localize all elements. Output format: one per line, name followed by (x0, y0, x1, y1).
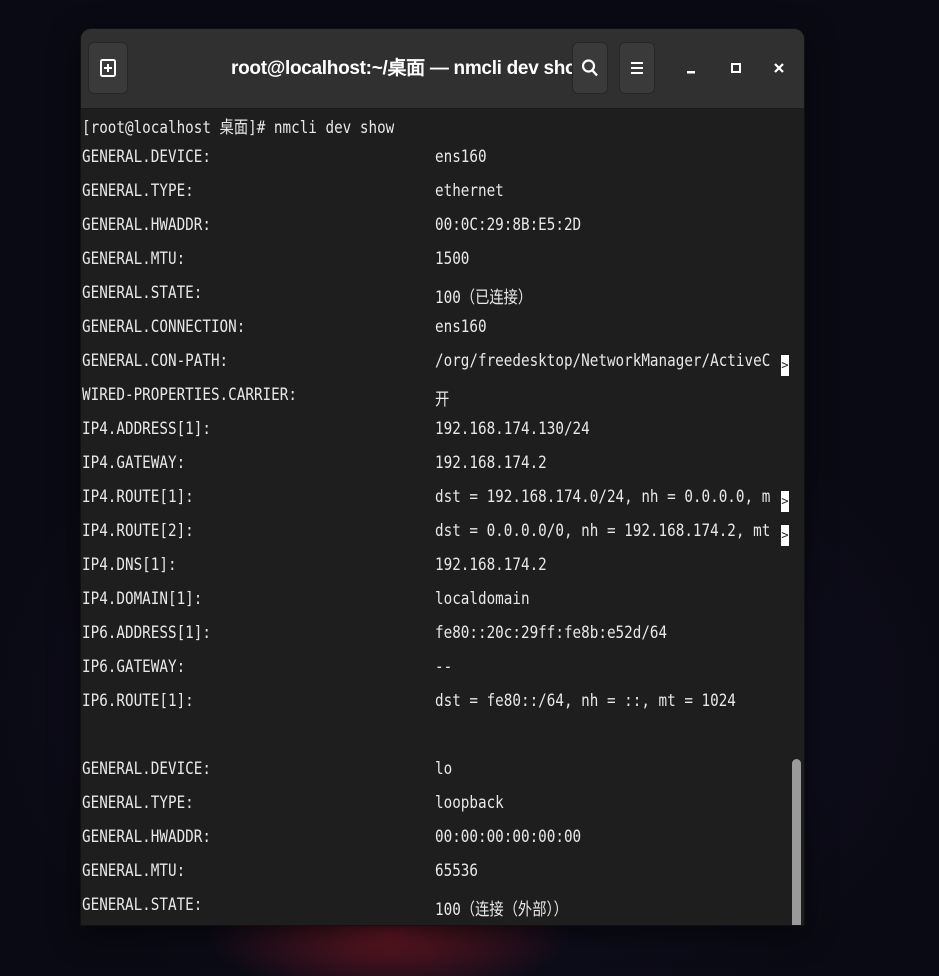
property-value: 开 (435, 390, 450, 410)
property-key: IP4.GATEWAY: (82, 453, 186, 473)
property-value: lo (435, 759, 453, 779)
property-key: GENERAL.STATE: (82, 283, 203, 303)
property-value: dst = 192.168.174.0/24, nh = 0.0.0.0, m (435, 487, 771, 507)
terminal-output[interactable]: [root@localhost 桌面]# nmcli dev show GENE… (81, 109, 804, 925)
property-value: /org/freedesktop/NetworkManager/ActiveC (435, 351, 771, 371)
output-row: IP4.ROUTE[1]: dst = 192.168.174.0/24, nh … (82, 487, 789, 521)
property-key: IP6.ROUTE[1]: (82, 691, 194, 711)
output-row: IP4.ROUTE[2]: dst = 0.0.0.0/0, nh = 192.1… (82, 521, 789, 555)
property-value: 1500 (435, 249, 470, 269)
output-row: GENERAL.DEVICE: lo (82, 759, 782, 793)
output-row: GENERAL.CONNECTION: ens160 (82, 317, 782, 351)
property-key: IP4.DOMAIN[1]: (82, 589, 203, 609)
window-title: root@localhost:~/桌面 — nmcli dev show (231, 58, 591, 79)
title-bar[interactable]: root@localhost:~/桌面 — nmcli dev show (81, 29, 804, 109)
property-key: GENERAL.CON-PATH: (82, 351, 229, 371)
property-value: 65536 (435, 861, 478, 881)
output-row: GENERAL.MTU: 1500 (82, 249, 782, 283)
search-button[interactable] (572, 42, 608, 94)
close-button[interactable] (764, 53, 794, 83)
property-key: IP4.ADDRESS[1]: (82, 419, 211, 439)
property-value: 00:0C:29:8B:E5:2D (435, 215, 582, 235)
close-icon (774, 63, 784, 73)
output-row: WIRED-PROPERTIES.CARRIER: 开 (82, 385, 782, 419)
output-row (82, 725, 782, 759)
search-icon (581, 59, 598, 77)
property-value: loopback (435, 793, 504, 813)
output-row: GENERAL.DEVICE: ens160 (82, 147, 782, 181)
property-value: fe80::20c:29ff:fe8b:e52d/64 (435, 623, 668, 643)
property-key: GENERAL.TYPE: (82, 181, 194, 201)
hamburger-menu-icon (631, 62, 643, 74)
property-value: 192.168.174.130/24 (435, 419, 590, 439)
output-row: GENERAL.HWADDR: 00:00:00:00:00:00 (82, 827, 782, 861)
property-key: WIRED-PROPERTIES.CARRIER: (82, 385, 297, 405)
minimize-icon (687, 71, 695, 74)
property-key: GENERAL.CONNECTION: (82, 317, 246, 337)
property-value: localdomain (435, 589, 530, 609)
output-row: IP6.GATEWAY: -- (82, 657, 782, 691)
output-row: GENERAL.STATE: 100（连接（外部）） (82, 895, 782, 925)
output-row: GENERAL.CON-PATH: /org/freedesktop/Networ… (82, 351, 789, 385)
command-prompt-line: [root@localhost 桌面]# nmcli dev show (82, 118, 395, 138)
property-key: IP4.ROUTE[2]: (82, 521, 194, 541)
output-row: GENERAL.MTU: 65536 (82, 861, 782, 895)
property-value: 192.168.174.2 (435, 453, 547, 473)
property-value: 00:00:00:00:00:00 (435, 827, 582, 847)
minimize-button[interactable] (676, 53, 706, 83)
output-row: IP4.DNS[1]: 192.168.174.2 (82, 555, 782, 589)
property-key: GENERAL.TYPE: (82, 793, 194, 813)
property-key: GENERAL.HWADDR: (82, 827, 211, 847)
output-row: IP4.DOMAIN[1]: localdomain (82, 589, 782, 623)
new-tab-button[interactable] (88, 42, 128, 94)
property-value: ens160 (435, 147, 487, 167)
new-tab-icon (100, 59, 116, 77)
maximize-button[interactable] (721, 53, 751, 83)
truncation-marker: > (781, 525, 789, 546)
output-row: IP4.ADDRESS[1]: 192.168.174.130/24 (82, 419, 782, 453)
property-value: ens160 (435, 317, 487, 337)
property-key: GENERAL.DEVICE: (82, 759, 211, 779)
property-value: 192.168.174.2 (435, 555, 547, 575)
property-key: GENERAL.HWADDR: (82, 215, 211, 235)
maximize-icon (731, 63, 741, 73)
output-row: GENERAL.STATE: 100（已连接） (82, 283, 782, 317)
property-key: GENERAL.MTU: (82, 861, 186, 881)
property-key: IP6.GATEWAY: (82, 657, 186, 677)
terminal-window: root@localhost:~/桌面 — nmcli dev show [ro… (81, 29, 804, 925)
output-row: GENERAL.TYPE: ethernet (82, 181, 782, 215)
property-key: GENERAL.STATE: (82, 895, 203, 915)
property-value: dst = 0.0.0.0/0, nh = 192.168.174.2, mt (435, 521, 771, 541)
property-key: GENERAL.MTU: (82, 249, 186, 269)
output-row: GENERAL.TYPE: loopback (82, 793, 782, 827)
output-row: IP6.ROUTE[1]: dst = fe80::/64, nh = ::, m… (82, 691, 782, 725)
property-key: IP6.ADDRESS[1]: (82, 623, 211, 643)
property-value: 100（连接（外部）） (435, 900, 568, 920)
output-row: IP6.ADDRESS[1]: fe80::20c:29ff:fe8b:e52d/… (82, 623, 782, 657)
menu-button[interactable] (619, 42, 655, 94)
property-value: ethernet (435, 181, 504, 201)
property-key: IP4.DNS[1]: (82, 555, 177, 575)
property-value: -- (435, 657, 453, 677)
output-row: IP4.GATEWAY: 192.168.174.2 (82, 453, 782, 487)
truncation-marker: > (781, 355, 789, 376)
truncation-marker: > (781, 491, 789, 512)
scrollbar-thumb[interactable] (792, 759, 801, 925)
property-value: dst = fe80::/64, nh = ::, mt = 1024 (435, 691, 736, 711)
output-row: GENERAL.HWADDR: 00:0C:29:8B:E5:2D (82, 215, 782, 249)
property-key: GENERAL.DEVICE: (82, 147, 211, 167)
property-key: IP4.ROUTE[1]: (82, 487, 194, 507)
property-value: 100（已连接） (435, 288, 533, 308)
